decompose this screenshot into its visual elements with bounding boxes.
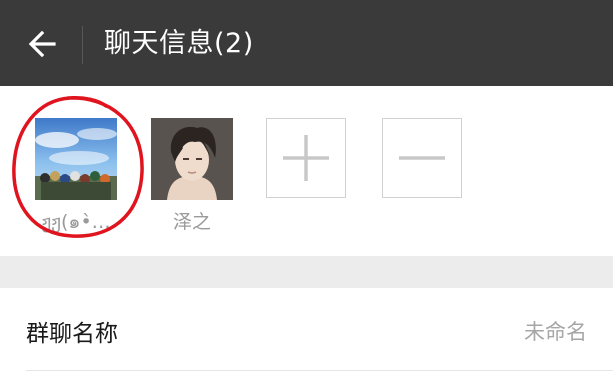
row-divider <box>26 370 613 371</box>
title-divider <box>82 26 83 64</box>
page-title: 聊天信息(2) <box>104 28 254 59</box>
section-gap <box>0 256 613 288</box>
group-name-row[interactable]: 群聊名称 未命名 <box>0 288 613 381</box>
plus-icon <box>283 135 329 181</box>
member-avatar[interactable] <box>35 118 117 200</box>
member-name: 泽之 <box>172 211 211 233</box>
member-avatar[interactable] <box>151 118 233 200</box>
back-button[interactable] <box>22 24 62 64</box>
add-member-button[interactable] <box>266 118 346 198</box>
group-name-value: 未命名 <box>524 320 587 344</box>
member-name: ჟჟ(๑•̀… <box>41 211 111 233</box>
remove-member-button[interactable] <box>382 118 462 198</box>
title-bar: 聊天信息(2) <box>0 0 613 86</box>
arrow-left-icon <box>28 30 56 58</box>
group-name-label: 群聊名称 <box>26 321 118 347</box>
member-grid: ჟჟ(๑•̀… 泽之 <box>0 86 613 256</box>
minus-icon <box>399 156 445 160</box>
